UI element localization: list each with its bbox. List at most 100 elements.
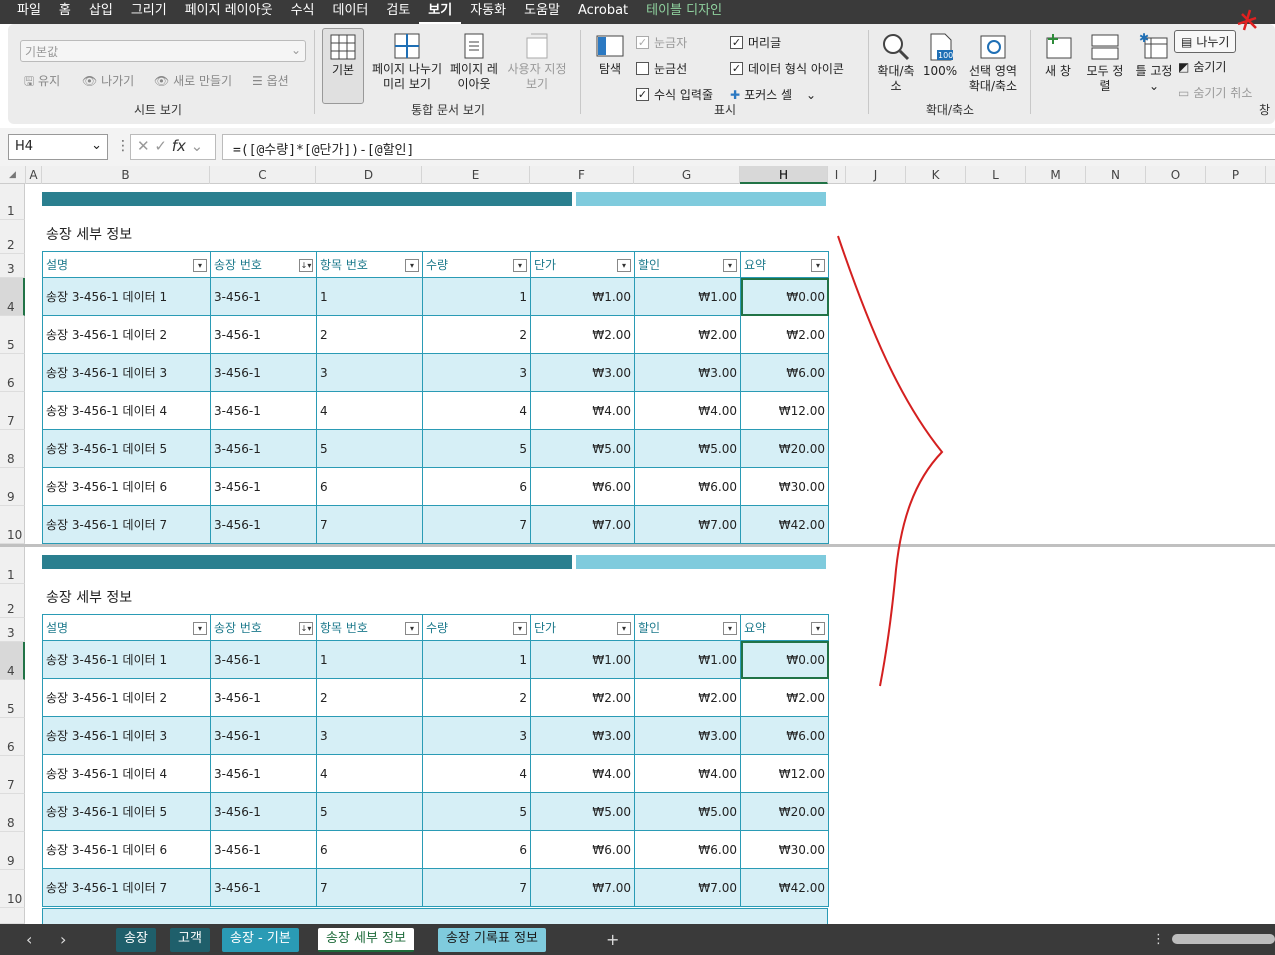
filter-dropdown-icon[interactable]: ▾ (617, 622, 631, 635)
table-header[interactable]: 수량 ▾ (422, 251, 531, 278)
table-cell[interactable]: ₩6.00 (740, 716, 829, 755)
table-cell[interactable]: 3 (422, 716, 531, 755)
zoom-selection-button[interactable]: 선택 영역 확대/축소 (962, 32, 1024, 94)
prev-sheet-icon[interactable]: ‹ (26, 930, 32, 949)
column-header-a[interactable]: A (26, 166, 42, 184)
table-header[interactable]: 항목 번호 ▾ (316, 614, 423, 641)
row-header-9[interactable]: 9 (0, 832, 25, 870)
table-cell[interactable]: ₩30.00 (740, 830, 829, 869)
name-box[interactable]: H4 ⌄ (8, 134, 108, 160)
table-cell[interactable]: ₩42.00 (740, 868, 829, 907)
filter-dropdown-icon[interactable]: ▾ (723, 259, 737, 272)
menu-item[interactable]: 도움말 (515, 0, 569, 24)
more-icon[interactable]: ⋮ (1152, 932, 1165, 947)
column-header-p[interactable]: P (1206, 166, 1266, 184)
table-cell[interactable]: 3-456-1 (210, 505, 317, 544)
table-cell[interactable]: ₩6.00 (634, 830, 741, 869)
page-layout-button[interactable]: 페이지 레이아웃 (450, 32, 498, 92)
table-cell[interactable]: ₩6.00 (740, 353, 829, 392)
table-cell[interactable]: ₩0.00 (740, 640, 829, 679)
table-header[interactable]: 설명 ▾ (42, 614, 211, 641)
table-cell[interactable]: 4 (422, 754, 531, 793)
table-cell[interactable]: ₩7.00 (530, 868, 635, 907)
table-cell[interactable]: ₩1.00 (530, 640, 635, 679)
table-cell[interactable]: 3-456-1 (210, 640, 317, 679)
column-header-i[interactable]: I (828, 166, 846, 184)
table-cell[interactable]: 5 (422, 792, 531, 831)
menu-item[interactable]: 자동화 (461, 0, 515, 24)
table-cell[interactable]: ₩6.00 (530, 830, 635, 869)
row-header-4[interactable]: 4 (0, 278, 25, 316)
table-cell[interactable]: 2 (316, 678, 423, 717)
custom-views-button[interactable]: 사용자 지정 보기 (502, 32, 572, 92)
table-cell[interactable]: 3-456-1 (210, 868, 317, 907)
table-cell[interactable]: ₩30.00 (740, 467, 829, 506)
table-cell[interactable]: 3-456-1 (210, 830, 317, 869)
unhide-button[interactable]: ▭ 숨기기 취소 (1178, 84, 1252, 101)
sheet-tab[interactable]: 송장 기록표 정보 (438, 928, 546, 952)
table-cell[interactable]: 3 (422, 353, 531, 392)
table-cell[interactable]: 3-456-1 (210, 678, 317, 717)
table-cell[interactable]: ₩2.00 (634, 315, 741, 354)
new-window-button[interactable]: 새 창 (1038, 32, 1078, 79)
sheet-view-combo[interactable]: 기본값 ⌄ (20, 40, 306, 62)
row-header-1[interactable]: 1 (0, 184, 25, 220)
row-header[interactable] (0, 908, 25, 924)
table-cell[interactable]: 7 (422, 868, 531, 907)
filter-dropdown-icon[interactable]: ▾ (811, 259, 825, 272)
table-cell[interactable]: ₩12.00 (740, 754, 829, 793)
table-cell[interactable]: ₩4.00 (634, 754, 741, 793)
next-sheet-icon[interactable]: › (60, 930, 66, 949)
row-header-8[interactable]: 8 (0, 430, 25, 468)
filter-dropdown-icon[interactable]: ▾ (193, 259, 207, 272)
menu-item[interactable]: 데이터 (323, 0, 377, 24)
table-cell[interactable]: ₩42.00 (740, 505, 829, 544)
table-cell[interactable]: ₩3.00 (530, 716, 635, 755)
filter-dropdown-icon[interactable]: ▾ (617, 259, 631, 272)
table-header[interactable]: 단가 ▾ (530, 614, 635, 641)
table-cell[interactable]: ₩1.00 (634, 277, 741, 316)
gridlines-checkbox[interactable]: 눈금선 (636, 60, 687, 77)
table-cell[interactable]: 6 (316, 830, 423, 869)
row-header-6[interactable]: 6 (0, 718, 25, 756)
table-cell[interactable]: 송장 3-456-1 데이터 4 (42, 754, 211, 793)
table-cell[interactable]: 3 (316, 716, 423, 755)
table-cell[interactable]: ₩2.00 (634, 678, 741, 717)
table-cell[interactable]: 7 (316, 505, 423, 544)
table-cell[interactable]: 1 (422, 277, 531, 316)
row-header-5[interactable]: 5 (0, 680, 25, 718)
table-cell[interactable]: ₩20.00 (740, 792, 829, 831)
menu-item[interactable]: 홈 (50, 0, 80, 24)
row-header-2[interactable]: 2 (0, 220, 25, 254)
normal-view-button[interactable]: 기본 (322, 28, 364, 104)
split-button[interactable]: ▤ 나누기 (1174, 30, 1237, 53)
data-type-icons-checkbox[interactable]: ✓ 데이터 형식 아이콘 (730, 60, 844, 77)
table-header[interactable]: 항목 번호 ▾ (316, 251, 423, 278)
column-header-e[interactable]: E (422, 166, 530, 184)
filter-dropdown-icon[interactable]: ▾ (405, 622, 419, 635)
table-cell[interactable]: ₩2.00 (740, 315, 829, 354)
table-cell[interactable]: 3-456-1 (210, 429, 317, 468)
table-cell[interactable]: 송장 3-456-1 데이터 1 (42, 640, 211, 679)
row-header-3[interactable]: 3 (0, 254, 25, 278)
table-cell[interactable]: ₩3.00 (634, 716, 741, 755)
formula-input[interactable]: =([@수량]*[@단가])-[@할인] (222, 134, 1275, 160)
menu-item[interactable]: 검토 (377, 0, 419, 24)
menu-item[interactable]: 삽입 (80, 0, 122, 24)
options-button[interactable]: ☰ 옵션 (252, 72, 289, 89)
table-cell[interactable]: ₩4.00 (634, 391, 741, 430)
table-cell[interactable]: ₩5.00 (634, 429, 741, 468)
table-cell[interactable]: ₩5.00 (634, 792, 741, 831)
table-cell[interactable]: 송장 3-456-1 데이터 4 (42, 391, 211, 430)
table-cell[interactable]: ₩4.00 (530, 391, 635, 430)
table-cell[interactable]: 4 (422, 391, 531, 430)
table-cell[interactable]: 송장 3-456-1 데이터 2 (42, 315, 211, 354)
table-header[interactable]: 요약 ▾ (740, 614, 829, 641)
filter-dropdown-icon[interactable]: ▾ (193, 622, 207, 635)
table-cell[interactable]: 송장 3-456-1 데이터 7 (42, 868, 211, 907)
table-cell[interactable]: 5 (422, 429, 531, 468)
zoom-100-button[interactable]: 100 100% (920, 32, 960, 79)
table-cell[interactable]: 송장 3-456-1 데이터 2 (42, 678, 211, 717)
table-cell[interactable]: 6 (316, 467, 423, 506)
table-cell[interactable]: 6 (422, 830, 531, 869)
